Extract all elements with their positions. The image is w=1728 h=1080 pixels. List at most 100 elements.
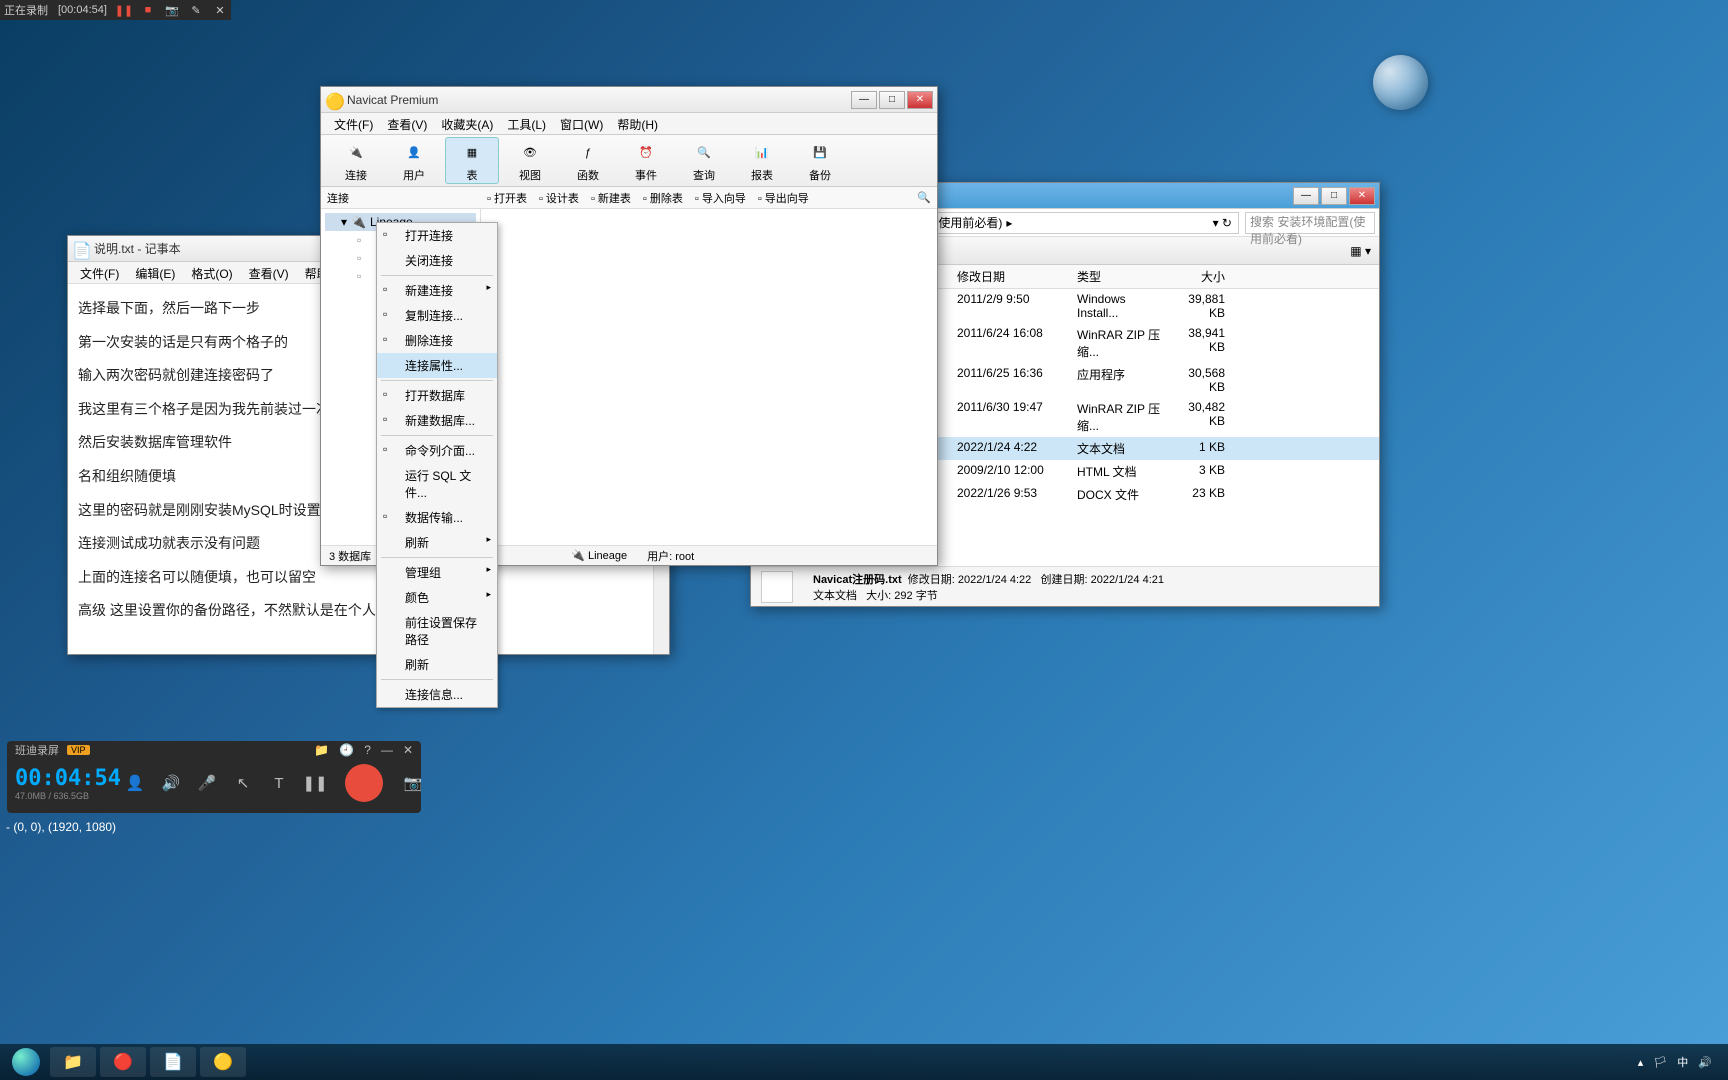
- ctx-管理组[interactable]: 管理组: [377, 560, 497, 585]
- close-icon[interactable]: ✕: [213, 3, 227, 17]
- action-打开表[interactable]: ▫ 打开表: [487, 190, 527, 206]
- pencil-icon[interactable]: ✎: [189, 3, 203, 17]
- navicat-toolbar: 🔌连接👤用户▦表👁视图ƒ函数⏰事件🔍查询📊报表💾备份: [321, 135, 937, 187]
- toolbar-表[interactable]: ▦表: [445, 137, 499, 184]
- ctx-连接属性...[interactable]: 连接属性...: [377, 353, 497, 378]
- tray-flag-icon[interactable]: 🏳: [1653, 1056, 1667, 1069]
- ctx-颜色[interactable]: 颜色: [377, 585, 497, 610]
- navicat-icon: 🟡: [325, 92, 341, 108]
- detail-filename: Navicat注册码.txt: [813, 574, 902, 586]
- toolbar-报表[interactable]: 📊报表: [735, 137, 789, 184]
- toolbar-事件[interactable]: ⏰事件: [619, 137, 673, 184]
- minimize-button[interactable]: —: [851, 91, 877, 109]
- tray-expand-icon[interactable]: ▴: [1638, 1056, 1644, 1069]
- navicat-menu: 文件(F) 查看(V) 收藏夹(A) 工具(L) 窗口(W) 帮助(H): [321, 113, 937, 135]
- ctx-命令列介面...[interactable]: 命令列介面...▫: [377, 438, 497, 463]
- file-icon: [761, 571, 793, 603]
- db-count: 3 数据库: [329, 548, 371, 564]
- navicat-title: Navicat Premium: [347, 93, 851, 107]
- ctx-打开连接[interactable]: 打开连接▫: [377, 223, 497, 248]
- menu-format[interactable]: 格式(O): [183, 262, 240, 283]
- menu-tools[interactable]: 工具(L): [500, 113, 553, 134]
- camera-icon[interactable]: 📷: [165, 3, 179, 17]
- tray-volume-icon[interactable]: 🔊: [1698, 1056, 1712, 1069]
- close-icon[interactable]: ✕: [403, 743, 413, 757]
- status-user: 用户: root: [647, 548, 694, 564]
- ctx-连接信息...[interactable]: 连接信息...: [377, 682, 497, 707]
- refresh-icon[interactable]: ▾ ↻: [1213, 216, 1232, 230]
- conn-label: 连接: [327, 190, 487, 206]
- system-tray: ▴ 🏳 中 🔊: [1638, 1054, 1722, 1070]
- menu-window[interactable]: 窗口(W): [553, 113, 610, 134]
- bandi-timer: 00:04:54: [15, 766, 111, 791]
- view-options[interactable]: ▦ ▾: [1350, 244, 1371, 258]
- toolbar-备份[interactable]: 💾备份: [793, 137, 847, 184]
- details-pane: Navicat注册码.txt 修改日期: 2022/1/24 4:22 创建日期…: [751, 566, 1379, 606]
- task-navicat[interactable]: 🟡: [200, 1047, 246, 1077]
- tray-lang[interactable]: 中: [1677, 1054, 1688, 1070]
- search-icon[interactable]: 🔍: [917, 191, 931, 204]
- pause-icon[interactable]: ❚❚: [117, 3, 131, 17]
- ctx-运行 SQL 文件...[interactable]: 运行 SQL 文件...: [377, 463, 497, 505]
- vip-badge: VIP: [67, 745, 90, 755]
- ctx-复制连接...[interactable]: 复制连接...▫: [377, 303, 497, 328]
- ctx-刷新[interactable]: 刷新: [377, 652, 497, 677]
- minimize-icon[interactable]: —: [381, 743, 393, 757]
- task-record[interactable]: 🔴: [100, 1047, 146, 1077]
- action-导入向导[interactable]: ▫ 导入向导: [695, 190, 746, 206]
- screenshot-icon[interactable]: 📷: [401, 771, 425, 795]
- menu-fav[interactable]: 收藏夹(A): [434, 113, 500, 134]
- maximize-button[interactable]: □: [1321, 187, 1347, 205]
- ctx-删除连接[interactable]: 删除连接▫: [377, 328, 497, 353]
- stop-icon[interactable]: ■: [141, 3, 155, 17]
- toolbar-视图[interactable]: 👁视图: [503, 137, 557, 184]
- search-input[interactable]: 搜索 安装环境配置(使用前必看): [1245, 212, 1375, 234]
- toolbar-连接[interactable]: 🔌连接: [329, 137, 383, 184]
- maximize-button[interactable]: □: [879, 91, 905, 109]
- record-button[interactable]: [345, 764, 383, 802]
- menu-file[interactable]: 文件(F): [327, 113, 380, 134]
- webcam-icon[interactable]: 👤: [123, 771, 147, 795]
- history-icon[interactable]: 🕘: [339, 743, 354, 757]
- action-设计表[interactable]: ▫ 设计表: [539, 190, 579, 206]
- ctx-前往设置保存路径[interactable]: 前往设置保存路径: [377, 610, 497, 652]
- toolbar-函数[interactable]: ƒ函数: [561, 137, 615, 184]
- close-button[interactable]: ✕: [907, 91, 933, 109]
- cursor-icon[interactable]: ↖: [231, 771, 255, 795]
- menu-edit[interactable]: 编辑(E): [127, 262, 183, 283]
- close-button[interactable]: ✕: [1349, 187, 1375, 205]
- folder-icon[interactable]: 📁: [314, 743, 329, 757]
- speaker-icon[interactable]: 🔊: [159, 771, 183, 795]
- menu-help[interactable]: 帮助(H): [610, 113, 665, 134]
- minimize-button[interactable]: —: [1293, 187, 1319, 205]
- mic-icon[interactable]: 🎤: [195, 771, 219, 795]
- toolbar-用户[interactable]: 👤用户: [387, 137, 441, 184]
- action-新建表[interactable]: ▫ 新建表: [591, 190, 631, 206]
- help-icon[interactable]: ?: [364, 743, 371, 757]
- text-line: 高级 这里设置你的备份路径，不然默认是在个人文档下面的: [78, 594, 659, 628]
- task-notepad[interactable]: 📄: [150, 1047, 196, 1077]
- col-date[interactable]: 修改日期: [951, 265, 1071, 288]
- ctx-刷新[interactable]: 刷新: [377, 530, 497, 555]
- menu-view[interactable]: 查看(V): [241, 262, 297, 283]
- col-size[interactable]: 大小: [1171, 265, 1231, 288]
- start-button[interactable]: [6, 1047, 46, 1077]
- toolbar-查询[interactable]: 🔍查询: [677, 137, 731, 184]
- ctx-新建数据库...[interactable]: 新建数据库...▫: [377, 408, 497, 433]
- ctx-新建连接[interactable]: 新建连接▫: [377, 278, 497, 303]
- action-导出向导[interactable]: ▫ 导出向导: [758, 190, 809, 206]
- ctx-关闭连接[interactable]: 关闭连接: [377, 248, 497, 273]
- bandi-title: 班迪录屏: [15, 742, 59, 758]
- col-type[interactable]: 类型: [1071, 265, 1171, 288]
- pause-button[interactable]: ❚❚: [303, 771, 327, 795]
- ctx-打开数据库[interactable]: 打开数据库▫: [377, 383, 497, 408]
- action-删除表[interactable]: ▫ 删除表: [643, 190, 683, 206]
- coord-readout: - (0, 0), (1920, 1080): [6, 820, 116, 834]
- task-explorer[interactable]: 📁: [50, 1047, 96, 1077]
- navicat-titlebar[interactable]: 🟡 Navicat Premium — □ ✕: [321, 87, 937, 113]
- ctx-数据传输...[interactable]: 数据传输...▫: [377, 505, 497, 530]
- text-icon[interactable]: T: [267, 771, 291, 795]
- expand-icon: ▾: [341, 215, 347, 229]
- menu-view[interactable]: 查看(V): [380, 113, 434, 134]
- menu-file[interactable]: 文件(F): [72, 262, 127, 283]
